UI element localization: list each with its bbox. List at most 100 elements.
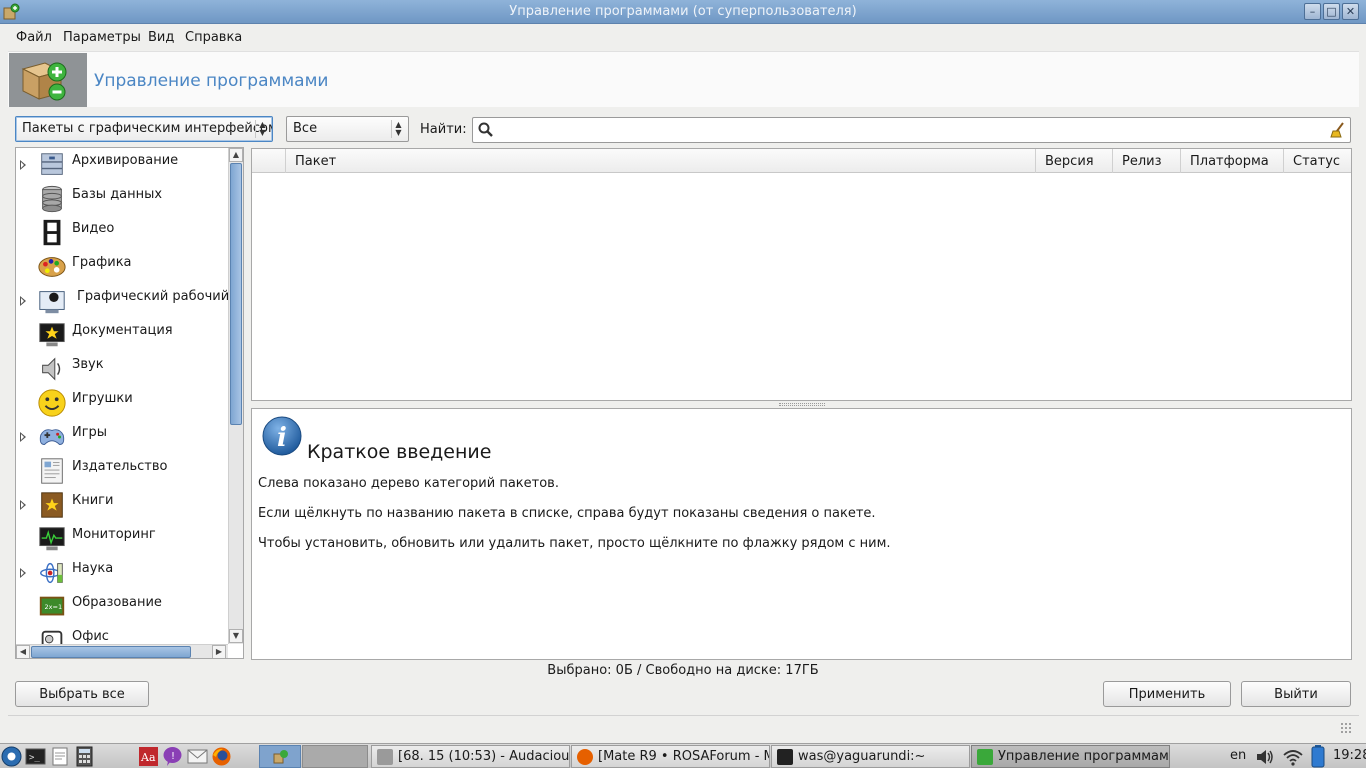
wifi-icon[interactable]: [1282, 747, 1304, 767]
category-item[interactable]: Базы данных: [16, 182, 228, 216]
window-title: Управление программами (от суперпользова…: [509, 4, 857, 19]
scroll-up-icon[interactable]: ▲: [229, 148, 243, 162]
scroll-right-icon[interactable]: ▶: [212, 645, 226, 658]
scroll-thumb[interactable]: [230, 163, 242, 425]
firefox-icon[interactable]: [211, 746, 232, 767]
terminal-icon[interactable]: >_: [25, 746, 46, 767]
desktop-icon: [39, 291, 65, 314]
taskbar-task[interactable]: was@yaguarundi:~: [771, 745, 970, 768]
battery-icon[interactable]: [1311, 745, 1325, 768]
column-status[interactable]: Статус: [1283, 149, 1351, 173]
scroll-left-icon[interactable]: ◀: [16, 645, 30, 658]
category-item[interactable]: 2x=1 Образование: [16, 590, 228, 624]
minimize-button[interactable]: –: [1304, 3, 1321, 20]
expand-arrow-icon[interactable]: [20, 296, 26, 306]
category-label: Звук: [72, 357, 104, 372]
search-input[interactable]: [499, 120, 1319, 140]
task-label: Управление программам...: [998, 749, 1170, 764]
status-text: Выбрано: 0Б / Свободно на диске: 17ГБ: [547, 663, 819, 678]
category-item[interactable]: Графика: [16, 250, 228, 284]
category-label: Архивирование: [72, 153, 179, 168]
column-package[interactable]: Пакет: [285, 149, 1035, 173]
category-label: Игрушки: [72, 391, 133, 406]
close-button[interactable]: ✕: [1342, 3, 1359, 20]
package-manager-icon: [977, 749, 993, 765]
pane-splitter[interactable]: [251, 401, 1352, 408]
svg-text:i: i: [277, 423, 287, 453]
chalkboard-icon: 2x=1: [39, 596, 65, 616]
menu-help[interactable]: Справка: [185, 30, 242, 45]
database-icon: [42, 185, 62, 213]
category-item[interactable]: Игры: [16, 420, 228, 454]
category-label: Видео: [72, 221, 115, 236]
category-item[interactable]: Звук: [16, 352, 228, 386]
workspace-1[interactable]: [259, 745, 301, 768]
messenger-icon[interactable]: !: [162, 746, 183, 767]
documentation-icon: [39, 323, 65, 347]
calculator-icon[interactable]: [74, 746, 95, 767]
menu-view[interactable]: Вид: [148, 30, 174, 45]
monitor-icon: [39, 527, 65, 551]
tree-horizontal-scrollbar[interactable]: ◀ ▶: [16, 644, 228, 658]
package-table: Пакет Версия Релиз Платформа Статус: [251, 148, 1352, 401]
column-release[interactable]: Релиз: [1112, 149, 1180, 173]
category-item[interactable]: Документация: [16, 318, 228, 352]
taskbar-task[interactable]: [68. 15 (10:53) - Audacious]: [371, 745, 570, 768]
expand-arrow-icon[interactable]: [20, 500, 26, 510]
category-item[interactable]: Издательство: [16, 454, 228, 488]
category-item[interactable]: Графический рабочий с: [16, 284, 240, 318]
category-item[interactable]: Мониторинг: [16, 522, 228, 556]
column-platform[interactable]: Платформа: [1180, 149, 1283, 173]
spin-arrows-icon: ▲ ▼: [255, 120, 269, 138]
scroll-down-icon[interactable]: ▼: [229, 629, 243, 643]
package-type-select[interactable]: Пакеты с графическим интерфейсом ▲ ▼: [15, 116, 273, 142]
speaker-icon: [42, 357, 61, 381]
category-label: Графический рабочий с: [77, 289, 241, 304]
dictionary-icon[interactable]: Aa: [138, 746, 159, 767]
svg-text:Aa: Aa: [140, 751, 156, 764]
status-filter-select[interactable]: Все ▲ ▼: [286, 116, 409, 142]
category-label: Графика: [72, 255, 132, 270]
package-type-value: Пакеты с графическим интерфейсом: [22, 121, 273, 136]
menu-settings[interactable]: Параметры: [63, 30, 141, 45]
svg-text:!: !: [171, 751, 175, 762]
category-label: Документация: [72, 323, 173, 338]
category-item[interactable]: Наука: [16, 556, 228, 590]
menu-launcher-icon[interactable]: [1, 746, 22, 767]
expand-arrow-icon[interactable]: [20, 432, 26, 442]
category-item[interactable]: Книги: [16, 488, 228, 522]
category-item[interactable]: Видео: [16, 216, 228, 250]
keyboard-layout-indicator[interactable]: en: [1230, 748, 1246, 763]
category-label: Офис: [72, 629, 109, 644]
maximize-button[interactable]: □: [1323, 3, 1340, 20]
resize-grip-icon[interactable]: [1340, 722, 1352, 734]
volume-icon[interactable]: [1255, 747, 1275, 767]
menu-bar: Файл Параметры Вид Справка: [0, 24, 1366, 50]
mail-icon[interactable]: [187, 746, 208, 767]
package-manager-icon: [21, 62, 67, 101]
apply-button[interactable]: Применить: [1103, 681, 1231, 707]
category-label: Книги: [72, 493, 114, 508]
video-icon: [43, 219, 61, 246]
svg-text:2x=1: 2x=1: [45, 603, 63, 611]
scroll-thumb-horizontal[interactable]: [31, 646, 191, 658]
text-editor-icon[interactable]: [50, 746, 71, 767]
category-label: Образование: [72, 595, 162, 610]
quit-button[interactable]: Выйти: [1241, 681, 1351, 707]
category-item[interactable]: Архивирование: [16, 148, 228, 182]
select-all-button[interactable]: Выбрать все: [15, 681, 149, 707]
expand-arrow-icon[interactable]: [20, 568, 26, 578]
info-paragraph: Чтобы установить, обновить или удалить п…: [258, 536, 891, 551]
clock[interactable]: 19:28: [1333, 748, 1366, 763]
taskbar-task[interactable]: Управление программам...: [971, 745, 1170, 768]
workspace-2[interactable]: [302, 745, 368, 768]
search-box[interactable]: [472, 117, 1351, 143]
category-item[interactable]: Игрушки: [16, 386, 228, 420]
taskbar-task[interactable]: [Mate R9 • ROSAForum - M...: [571, 745, 770, 768]
tree-vertical-scrollbar[interactable]: ▲ ▼: [228, 148, 243, 644]
menu-file[interactable]: Файл: [16, 30, 52, 45]
clear-search-icon[interactable]: [1330, 121, 1346, 139]
archive-icon: [41, 153, 63, 175]
expand-arrow-icon[interactable]: [20, 160, 26, 170]
column-version[interactable]: Версия: [1035, 149, 1112, 173]
